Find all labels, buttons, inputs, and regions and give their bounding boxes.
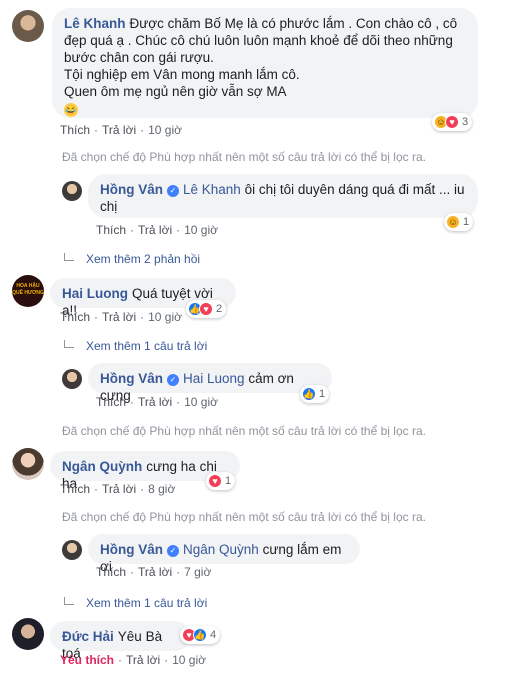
reaction-summary[interactable]: ♥ 1 <box>206 472 236 490</box>
timestamp[interactable]: 10 giờ <box>148 310 182 324</box>
like-icon: 👍 <box>302 387 316 401</box>
like-icon: 👍 <box>193 628 207 642</box>
reply-author[interactable]: Hồng Vân <box>100 371 163 386</box>
love-icon: ♥ <box>445 115 459 129</box>
like-link[interactable]: Thích <box>60 310 90 324</box>
comment-text-line: bước chân con gái rượu. <box>64 50 214 65</box>
laughing-emoji: 😂 <box>64 103 78 117</box>
mention-link[interactable]: Lê Khanh <box>183 182 241 197</box>
reaction-summary[interactable]: ♥ 👍 4 <box>180 626 221 644</box>
mention-link[interactable]: Ngân Quỳnh <box>183 542 259 557</box>
view-more-replies-link[interactable]: Xem thêm 1 câu trả lời <box>64 339 207 353</box>
comment-actions: Yêu thích · Trả lời · 10 giờ <box>60 653 206 667</box>
reaction-count: 4 <box>210 629 217 641</box>
avatar-hong-van[interactable] <box>62 181 82 201</box>
reply-link[interactable]: Trả lời <box>138 395 172 409</box>
view-more-label: Xem thêm 1 câu trả lời <box>86 596 208 610</box>
avatar-ngan-quynh[interactable] <box>12 448 44 480</box>
comment-author[interactable]: Lê Khanh <box>64 16 126 31</box>
comment-actions: Thích · Trả lời · 8 giờ <box>60 482 176 496</box>
filter-note: Đã chọn chế độ Phù hợp nhất nên một số c… <box>62 510 426 524</box>
filter-note: Đã chọn chế độ Phù hợp nhất nên một số c… <box>62 424 426 438</box>
reply-link[interactable]: Trả lời <box>138 223 172 237</box>
reply-arrow-icon <box>64 340 74 348</box>
view-more-replies-link[interactable]: Xem thêm 1 câu trả lời <box>64 596 207 610</box>
comment-author[interactable]: Đức Hải <box>62 629 114 644</box>
timestamp[interactable]: 10 giờ <box>184 223 218 237</box>
verified-badge-icon: ✓ <box>167 545 179 557</box>
reaction-summary[interactable]: ☺ ♥ 3 <box>432 113 473 131</box>
reply-bubble: Hồng Vân ✓ Ngân Quỳnh cưng lắm em ơi <box>88 534 360 574</box>
reaction-count: 1 <box>463 216 470 228</box>
reply-link[interactable]: Trả lời <box>138 565 172 579</box>
comment-text-line: đẹp quá ạ . Chúc cô chú luôn luôn mạnh k… <box>64 33 453 48</box>
verified-badge-icon: ✓ <box>167 374 179 386</box>
reaction-summary[interactable]: 👍 ♥ 2 <box>186 300 227 318</box>
comment-bubble: Lê Khanh Được chăm Bố Mẹ là có phước lắm … <box>52 8 478 118</box>
reply-arrow-icon <box>64 253 74 261</box>
filter-note: Đã chọn chế độ Phù hợp nhất nên một số c… <box>62 150 426 164</box>
like-link[interactable]: Thích <box>96 223 126 237</box>
reply-text: ôi chị tôi duyên dáng quá đi mất ... iu <box>244 182 465 197</box>
view-more-label: Xem thêm 1 câu trả lời <box>86 339 208 353</box>
like-link[interactable]: Thích <box>96 565 126 579</box>
reply-bubble: Hồng Vân ✓ Hai Luong cảm ơn cưng <box>88 363 332 403</box>
comment-author[interactable]: Ngân Quỳnh <box>62 459 142 474</box>
avatar-le-khanh[interactable] <box>12 10 44 42</box>
avatar-hong-van[interactable] <box>62 369 82 389</box>
reply-author[interactable]: Hồng Vân <box>100 542 163 557</box>
like-link[interactable]: Thích <box>60 123 90 137</box>
like-link[interactable]: Thích <box>96 395 126 409</box>
comment-actions: Thích · Trả lời · 10 giờ <box>60 310 182 324</box>
love-link[interactable]: Yêu thích <box>60 653 114 667</box>
reply-actions: Thích · Trả lời · 7 giờ <box>96 565 212 579</box>
avatar-duc-hai[interactable] <box>12 618 44 650</box>
reaction-count: 2 <box>216 303 223 315</box>
reaction-count: 3 <box>462 116 469 128</box>
reply-link[interactable]: Trả lời <box>102 482 136 496</box>
reply-arrow-icon <box>64 597 74 605</box>
timestamp[interactable]: 7 giờ <box>184 565 211 579</box>
like-link[interactable]: Thích <box>60 482 90 496</box>
reply-text: chị <box>100 199 118 214</box>
comment-author[interactable]: Hai Luong <box>62 286 128 301</box>
reply-actions: Thích · Trả lời · 10 giờ <box>96 223 218 237</box>
view-more-label: Xem thêm 2 phản hồi <box>86 252 201 266</box>
haha-icon: ☺ <box>446 215 460 229</box>
avatar-hai-luong[interactable]: HOA HẬU QUÊ HƯƠNG <box>12 275 44 307</box>
verified-badge-icon: ✓ <box>167 185 179 197</box>
reply-link[interactable]: Trả lời <box>102 310 136 324</box>
timestamp[interactable]: 10 giờ <box>184 395 218 409</box>
timestamp[interactable]: 8 giờ <box>148 482 175 496</box>
reaction-count: 1 <box>319 388 326 400</box>
comment-text-line: Được chăm Bố Mẹ là có phước lắm . Con ch… <box>129 16 458 31</box>
reaction-summary[interactable]: ☺ 1 <box>444 213 474 231</box>
comment-text-line: Tội nghiệp em Vân mong manh lắm cô. <box>64 67 300 82</box>
mention-link[interactable]: Hai Luong <box>183 371 245 386</box>
love-icon: ♥ <box>208 474 222 488</box>
reaction-count: 1 <box>225 475 232 487</box>
comment-text-line: Quen ôm mẹ ngủ nên giờ vẫn sợ MA <box>64 84 287 99</box>
reply-link[interactable]: Trả lời <box>126 653 160 667</box>
comment-bubble: Đức Hải Yêu Bà toá <box>50 621 190 661</box>
timestamp[interactable]: 10 giờ <box>172 653 206 667</box>
reply-link[interactable]: Trả lời <box>102 123 136 137</box>
reply-actions: Thích · Trả lời · 10 giờ <box>96 395 218 409</box>
love-icon: ♥ <box>199 302 213 316</box>
comment-actions: Thích · Trả lời · 10 giờ <box>60 123 182 137</box>
reply-bubble: Hồng Vân ✓ Lê Khanh ôi chị tôi duyên dáng … <box>88 174 478 218</box>
reply-author[interactable]: Hồng Vân <box>100 182 163 197</box>
avatar-hong-van[interactable] <box>62 540 82 560</box>
timestamp[interactable]: 10 giờ <box>148 123 182 137</box>
reaction-summary[interactable]: 👍 1 <box>300 385 330 403</box>
view-more-replies-link[interactable]: Xem thêm 2 phản hồi <box>64 252 200 266</box>
